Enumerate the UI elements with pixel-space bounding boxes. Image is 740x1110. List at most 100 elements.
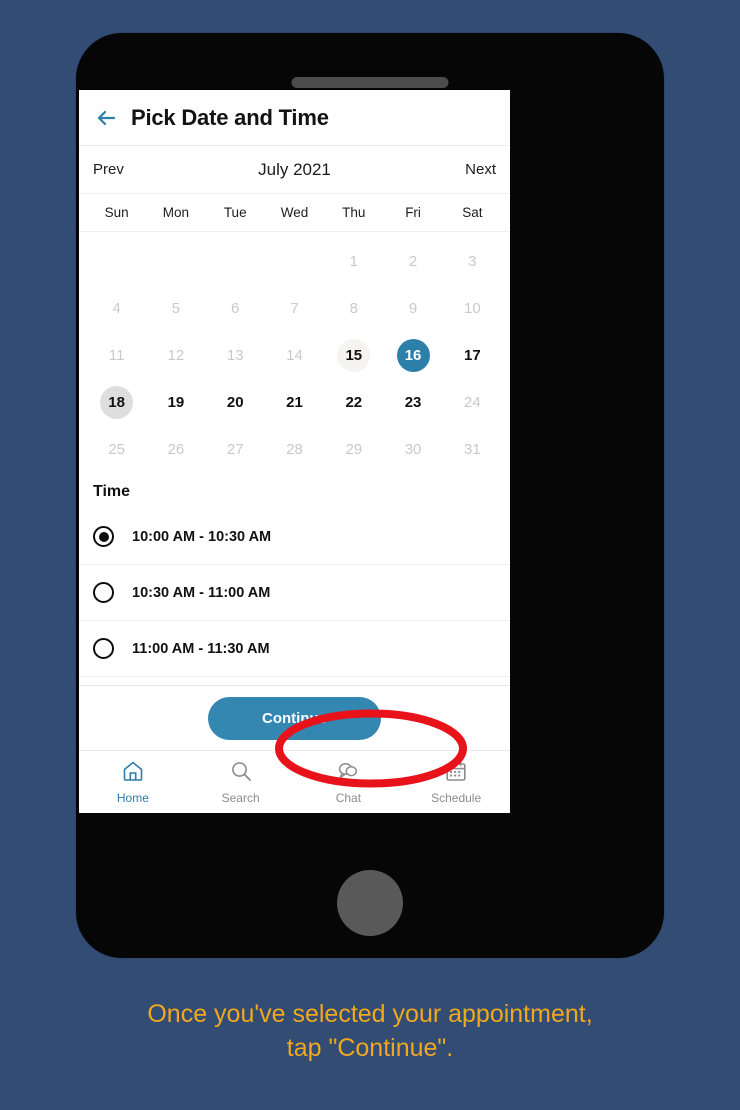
- calendar-day-label: 7: [290, 300, 299, 317]
- calendar-day-24: 24: [443, 379, 502, 426]
- calendar-day-label: 30: [404, 441, 422, 458]
- calendar-day-16[interactable]: 16: [383, 332, 442, 379]
- calendar-day-label: 28: [286, 441, 303, 458]
- nav-item-search[interactable]: Search: [187, 759, 295, 805]
- nav-item-schedule[interactable]: Schedule: [402, 759, 510, 805]
- weekday-header: Sun Mon Tue Wed Thu Fri Sat: [79, 194, 510, 232]
- nav-label-home: Home: [116, 791, 149, 805]
- calendar-day-22[interactable]: 22: [324, 379, 383, 426]
- calendar-day-18[interactable]: 18: [87, 379, 146, 426]
- time-slot-list: 10:00 AM - 10:30 AM 10:30 AM - 11:00 AM 11…: [79, 509, 510, 685]
- time-slot-label: 11:00 AM - 11:30 AM: [132, 640, 270, 657]
- calendar-day-25: 25: [87, 426, 146, 473]
- calendar-day-label: 26: [167, 441, 185, 458]
- calendar-day-label: 4: [112, 300, 121, 317]
- calendar-day-label: 18: [100, 386, 134, 419]
- time-section-header: Time: [93, 483, 131, 500]
- calendar-day-label: 14: [286, 347, 303, 364]
- prev-month-button[interactable]: Prev: [93, 161, 124, 178]
- weekday-sun: Sun: [104, 205, 129, 220]
- calendar-day-13: 13: [206, 332, 265, 379]
- calendar-icon: [444, 759, 468, 788]
- nav-item-home[interactable]: Home: [79, 759, 187, 805]
- phone-home-button[interactable]: [337, 870, 403, 936]
- weekday-fri: Fri: [405, 205, 421, 220]
- page-title: Pick Date and Time: [131, 104, 329, 130]
- calendar-day-17[interactable]: 17: [443, 332, 502, 379]
- calendar-day-29: 29: [324, 426, 383, 473]
- time-slot-radio[interactable]: [93, 526, 114, 547]
- nav-label-chat: Chat: [335, 791, 362, 805]
- weekday-wed: Wed: [280, 205, 309, 220]
- home-icon: [121, 759, 145, 788]
- weekday-tue: Tue: [223, 205, 247, 220]
- calendar-day-blank: [87, 238, 146, 285]
- nav-label-search: Search: [221, 791, 260, 805]
- calendar-day-21[interactable]: 21: [265, 379, 324, 426]
- calendar-day-label: 2: [408, 253, 418, 270]
- calendar-day-label: 16: [396, 339, 430, 372]
- current-month-label: July 2021: [258, 159, 331, 179]
- calendar-day-label: 24: [464, 394, 481, 411]
- caption-line-2: tap "Continue".: [286, 1033, 454, 1062]
- bottom-navigation: Home Search Chat Schedule: [79, 750, 510, 813]
- calendar-day-blank: [206, 238, 265, 285]
- instruction-caption: Once you've selected your appointment, t…: [0, 998, 740, 1066]
- calendar-day-label: 20: [226, 394, 244, 411]
- calendar-day-blank: [265, 238, 324, 285]
- radio-dot: [98, 531, 109, 542]
- calendar-day-label: 11: [108, 347, 125, 364]
- calendar-day-8: 8: [324, 285, 383, 332]
- calendar-day-1: 1: [324, 238, 383, 285]
- time-slot-row[interactable]: 10:30 AM - 11:00 AM: [79, 565, 510, 621]
- calendar-day-label: 8: [349, 300, 358, 317]
- calendar-day-label: 17: [464, 347, 481, 364]
- chat-icon: [336, 759, 360, 788]
- weekday-thu: Thu: [342, 205, 366, 220]
- calendar-day-label: 3: [468, 253, 477, 270]
- calendar-day-label: 29: [345, 441, 363, 458]
- calendar-day-grid: 1 2 3 4 5 6 7 8 9 10 11 12 13 14 15 16 17 18 19 20 21 22 23 24 2…: [79, 232, 510, 477]
- nav-item-chat[interactable]: Chat: [295, 759, 403, 805]
- calendar-day-label: 25: [108, 441, 125, 458]
- arrow-left-icon[interactable]: [93, 105, 119, 131]
- nav-label-schedule: Schedule: [431, 791, 482, 805]
- calendar-day-2: 2: [383, 238, 442, 285]
- calendar-day-10: 10: [443, 285, 502, 332]
- calendar-day-label: 6: [231, 300, 240, 317]
- time-slot-radio[interactable]: [93, 638, 114, 659]
- caption-line-1: Once you've selected your appointment,: [147, 1000, 593, 1028]
- calendar-day-label: 27: [226, 441, 244, 458]
- calendar-day-11: 11: [87, 332, 146, 379]
- calendar-day-label: 13: [226, 347, 244, 364]
- time-slot-row[interactable]: 10:00 AM - 10:30 AM: [79, 509, 510, 565]
- app-screen: Pick Date and Time Prev July 2021 Next S…: [79, 90, 510, 813]
- calendar-day-9: 9: [383, 285, 442, 332]
- calendar-day-14: 14: [265, 332, 324, 379]
- time-slot-row[interactable]: 12:30 PM - 1:00 PM: [79, 677, 510, 685]
- time-slot-radio[interactable]: [93, 582, 114, 603]
- phone-speaker: [291, 77, 449, 88]
- calendar-day-20[interactable]: 20: [206, 379, 265, 426]
- calendar-day-blank: [146, 238, 205, 285]
- calendar-day-label: 21: [286, 394, 303, 411]
- calendar-navigation: Prev July 2021 Next: [79, 146, 510, 194]
- calendar-day-19[interactable]: 19: [146, 379, 205, 426]
- calendar-day-label: 9: [408, 300, 418, 317]
- calendar-day-15[interactable]: 15: [324, 332, 383, 379]
- calendar-day-12: 12: [146, 332, 205, 379]
- time-slot-label: 10:30 AM - 11:00 AM: [132, 584, 271, 601]
- calendar-day-28: 28: [265, 426, 324, 473]
- calendar-day-23[interactable]: 23: [383, 379, 442, 426]
- calendar-day-label: 5: [171, 300, 181, 317]
- calendar-day-3: 3: [443, 238, 502, 285]
- weekday-sat: Sat: [462, 205, 483, 220]
- calendar-day-label: 19: [167, 394, 185, 411]
- calendar-day-6: 6: [206, 285, 265, 332]
- scroll-area[interactable]: Prev July 2021 Next Sun Mon Tue Wed Thu …: [79, 146, 510, 685]
- continue-button[interactable]: Continue: [208, 696, 381, 740]
- next-month-button[interactable]: Next: [465, 161, 496, 178]
- calendar-day-label: 31: [464, 441, 481, 458]
- time-slot-row[interactable]: 11:00 AM - 11:30 AM: [79, 621, 510, 677]
- calendar-day-label: 23: [404, 394, 422, 411]
